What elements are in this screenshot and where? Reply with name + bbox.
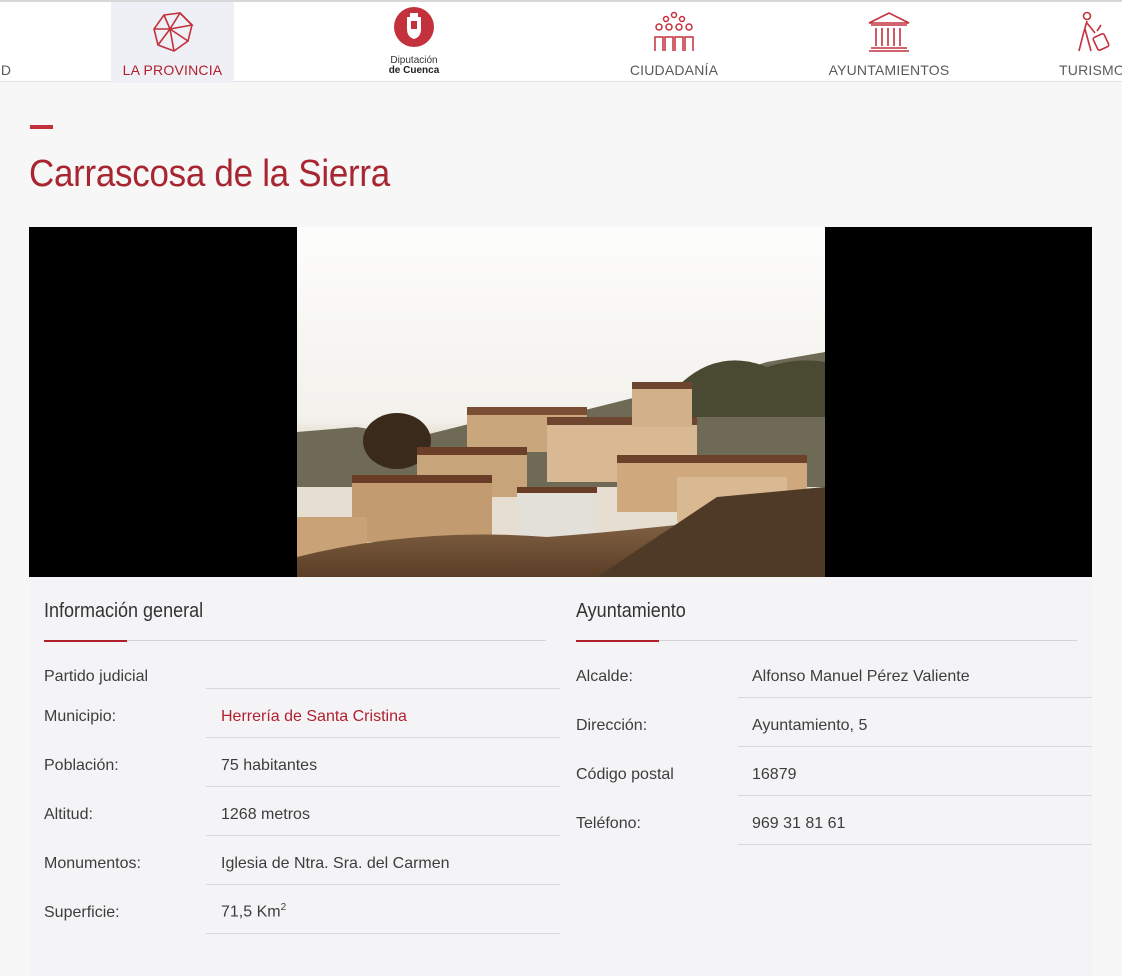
row-value-telefono: 969 31 81 61 (752, 815, 846, 832)
row-divider (738, 844, 1092, 845)
row-divider (206, 737, 560, 738)
nav-label-turismo: TURISMO (1059, 62, 1122, 78)
info-panel: Información general Partido judicial Mun… (29, 577, 1092, 976)
row-label-altitud: Altitud: (44, 806, 93, 823)
logo-text-line2: de Cuenca (388, 65, 440, 76)
row-divider (738, 697, 1092, 698)
tourist-suitcase-icon (1068, 10, 1116, 54)
row-value-codigo-postal: 16879 (752, 766, 797, 783)
municipio-link[interactable]: Herrería de Santa Cristina (221, 708, 407, 726)
village-photo (297, 227, 825, 577)
row-label-telefono: Teléfono: (576, 815, 641, 832)
row-value-poblacion: 75 habitantes (221, 757, 318, 774)
row-label-alcalde: Alcalde: (576, 668, 633, 685)
nav-item-partial[interactable]: D (0, 2, 16, 83)
row-label-municipio: Municipio: (44, 708, 117, 725)
nav-item-turismo[interactable]: TURISMO (1056, 2, 1122, 83)
row-label-poblacion: Población: (44, 757, 119, 774)
town-hall-icon (865, 10, 913, 54)
row-value-altitud: 1268 metros (221, 806, 310, 823)
nav-label-ayuntamientos: AYUNTAMIENTOS (828, 62, 950, 78)
row-value-direccion: Ayuntamiento, 5 (752, 717, 868, 734)
row-label-superficie: Superficie: (44, 904, 120, 921)
superficie-value-text: 71,5 Km (221, 903, 281, 921)
ayuntamiento-accent (576, 640, 659, 642)
nav-item-ayuntamientos[interactable]: AYUNTAMIENTOS (824, 2, 954, 83)
nav-label-la-provincia: LA PROVINCIA (122, 62, 223, 78)
row-divider (206, 688, 560, 689)
row-divider (206, 884, 560, 885)
row-label-partido: Partido judicial (44, 668, 149, 685)
title-accent-bar (30, 125, 53, 129)
nav-label-partial: D (0, 62, 12, 78)
nav-item-ciudadania[interactable]: CIUDADANÍA (614, 2, 734, 83)
row-divider (738, 795, 1092, 796)
ayuntamiento-title: Ayuntamiento (576, 600, 686, 622)
row-value-superficie: 71,5 Km2 (221, 902, 286, 921)
row-label-codigo-postal: Código postal (576, 766, 674, 783)
row-divider (206, 786, 560, 787)
row-label-monumentos: Monumentos: (44, 855, 141, 872)
media-frame (29, 227, 1092, 577)
superficie-exponent: 2 (280, 902, 287, 913)
row-label-direccion: Dirección: (576, 717, 648, 734)
row-value-alcalde: Alfonso Manuel Pérez Valiente (752, 668, 970, 685)
info-general-accent (44, 640, 127, 642)
row-divider (738, 746, 1092, 747)
row-divider (206, 835, 560, 836)
top-navigation: D LA PROVINCIA Diputación de Cuenca CIUD… (0, 0, 1122, 83)
page-title: Carrascosa de la Sierra (29, 153, 390, 195)
diputacion-logo[interactable]: Diputación de Cuenca (383, 6, 445, 78)
coat-of-arms-icon (393, 6, 435, 53)
info-general-title: Información general (44, 600, 204, 622)
row-value-monumentos: Iglesia de Ntra. Sra. del Carmen (221, 855, 450, 872)
citizens-group-icon (650, 10, 698, 54)
nav-item-la-provincia[interactable]: LA PROVINCIA (111, 2, 234, 83)
province-map-icon (149, 10, 197, 54)
row-divider (206, 933, 560, 934)
nav-label-ciudadania: CIUDADANÍA (629, 62, 719, 78)
